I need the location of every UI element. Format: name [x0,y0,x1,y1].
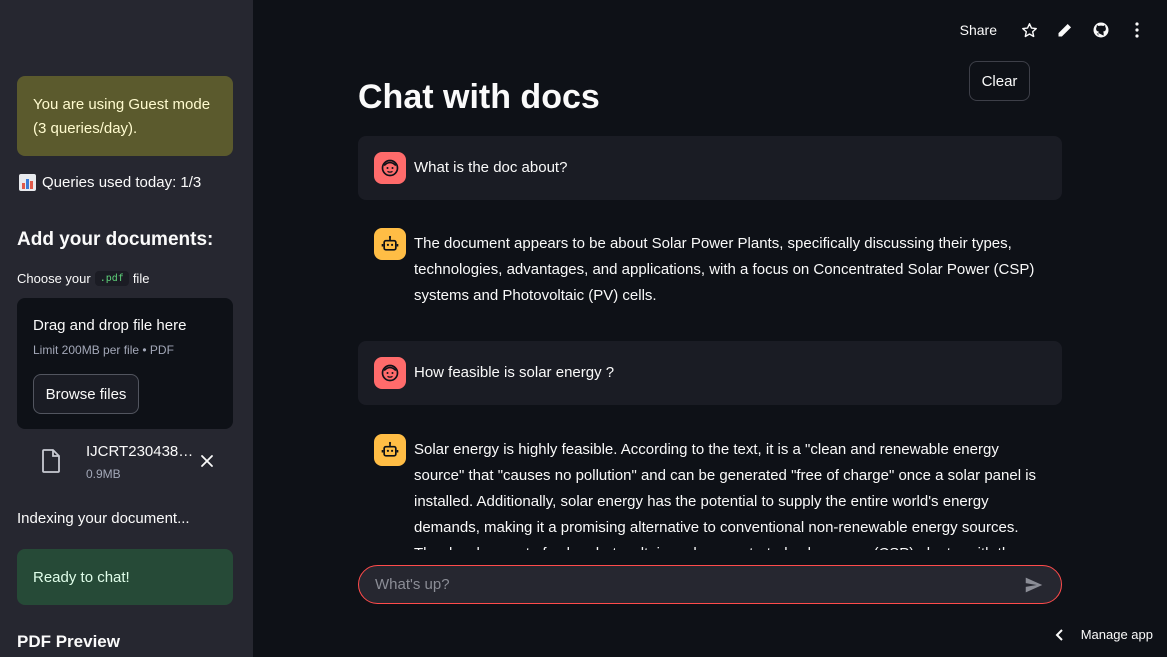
file-name: IJCRT2304382.pdf [86,443,198,460]
ready-status: Ready to chat! [17,549,233,605]
add-documents-heading: Add your documents: [17,229,214,250]
sidebar: You are using Guest mode (3 queries/day)… [0,0,253,657]
pdf-preview-heading: PDF Preview [17,632,120,651]
top-toolbar: Share [960,16,1155,44]
edit-icon[interactable] [1047,16,1083,44]
browse-files-button[interactable]: Browse files [33,374,139,414]
github-icon[interactable] [1083,16,1119,44]
choose-suffix: file [132,271,150,286]
chat-history: What is the doc about? The document appe… [358,136,1062,550]
queries-used: Queries used today: 1/3 [19,174,201,191]
bot-avatar-icon [374,434,406,466]
indexing-status: Indexing your document... [17,510,190,527]
clear-button[interactable]: Clear [969,61,1030,101]
chat-message-assistant: Solar energy is highly feasible. Accordi… [358,418,1062,550]
chat-message-user: What is the doc about? [358,136,1062,200]
bot-avatar-icon [374,228,406,260]
chat-input[interactable] [375,576,1023,593]
message-text: The document appears to be about Solar P… [414,235,1035,304]
chevron-left-icon [1055,628,1063,641]
star-icon[interactable] [1011,16,1047,44]
dropzone-limit: Limit 200MB per file • PDF [33,343,174,357]
choose-prefix: Choose your [17,271,91,286]
file-dropzone[interactable]: Drag and drop file here Limit 200MB per … [17,298,233,429]
manage-app-label: Manage app [1080,627,1153,642]
message-text: What is the doc about? [414,159,568,176]
file-uploader-label: Choose your .pdf file [17,271,149,286]
chat-message-assistant: The document appears to be about Solar P… [358,212,1062,325]
page-title: Chat with docs [358,78,600,116]
message-text: Solar energy is highly feasible. Accordi… [414,441,1037,550]
dropzone-title: Drag and drop file here [33,317,187,334]
close-icon[interactable] [199,453,215,469]
queries-used-text: Queries used today: 1/3 [42,174,202,191]
file-size: 0.9MB [86,467,121,481]
chat-message-user: How feasible is solar energy ? [358,341,1062,405]
manage-app[interactable]: Manage app [1055,627,1153,642]
guest-mode-notice: You are using Guest mode (3 queries/day)… [17,76,233,156]
share-button[interactable]: Share [960,22,997,38]
more-vertical-icon[interactable] [1119,16,1155,44]
send-icon[interactable] [1023,574,1045,596]
user-avatar-icon [374,357,406,389]
file-icon [42,449,60,473]
bar-chart-icon [19,174,36,191]
user-avatar-icon [374,152,406,184]
message-text: How feasible is solar energy ? [414,364,615,381]
uploaded-file: IJCRT2304382.pdf 0.9MB [17,440,233,488]
chat-input-container [358,565,1062,604]
file-type-code: .pdf [94,271,129,286]
